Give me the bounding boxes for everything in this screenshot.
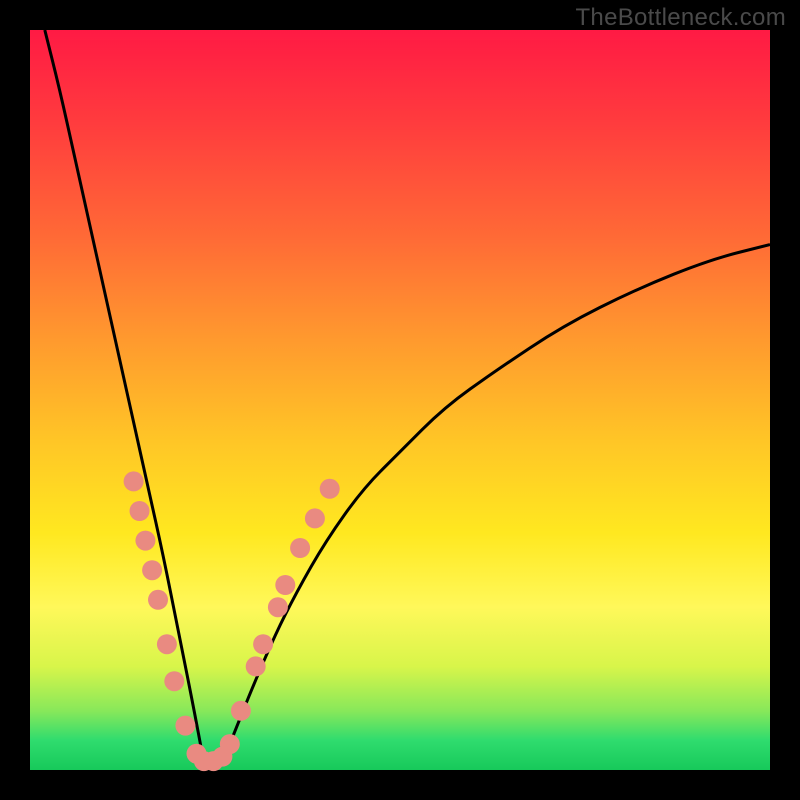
curve-left-branch xyxy=(45,30,204,763)
watermark-text: TheBottleneck.com xyxy=(575,4,786,32)
plot-area xyxy=(30,30,770,770)
marker-dot xyxy=(148,590,168,610)
curve-layer xyxy=(30,30,770,770)
marker-dot xyxy=(220,734,240,754)
marker-dot xyxy=(130,501,150,521)
marker-dot xyxy=(253,634,273,654)
marker-dot xyxy=(231,701,251,721)
marker-dot xyxy=(164,671,184,691)
marker-dot xyxy=(175,716,195,736)
marker-dot xyxy=(135,531,155,551)
marker-dot xyxy=(157,634,177,654)
marker-dot xyxy=(124,471,144,491)
marker-dot xyxy=(268,597,288,617)
marker-dot xyxy=(290,538,310,558)
marker-dot xyxy=(275,575,295,595)
chart-frame: TheBottleneck.com xyxy=(0,0,800,800)
marker-dot xyxy=(142,560,162,580)
marker-dot xyxy=(320,479,340,499)
marker-dot xyxy=(305,508,325,528)
marker-dot xyxy=(246,656,266,676)
curve-right-branch xyxy=(222,245,770,763)
